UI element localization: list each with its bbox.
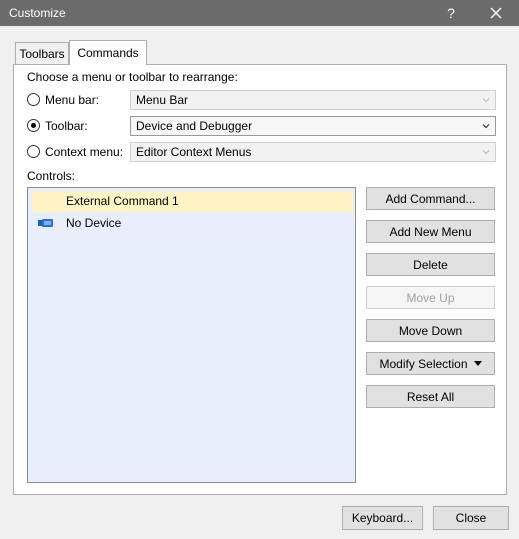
context-menu-label: Context menu: xyxy=(45,145,124,159)
tab-toolbars[interactable]: Toolbars xyxy=(15,42,69,64)
menu-bar-value: Menu Bar xyxy=(136,93,189,107)
tab-toolbars-label: Toolbars xyxy=(19,46,65,61)
move-down-button[interactable]: Move Down xyxy=(366,319,495,342)
chevron-down-icon xyxy=(482,124,490,129)
help-button[interactable]: ? xyxy=(428,0,474,26)
close-icon xyxy=(490,7,502,19)
delete-button[interactable]: Delete xyxy=(366,253,495,276)
help-icon: ? xyxy=(447,5,455,21)
close-button[interactable]: Close xyxy=(433,506,509,530)
list-item-label: External Command 1 xyxy=(66,194,179,208)
toolbar-radio[interactable] xyxy=(27,119,40,132)
controls-list[interactable]: External Command 1 No Device xyxy=(27,187,356,483)
context-menu-select[interactable]: Editor Context Menus xyxy=(130,142,496,162)
tab-commands-label: Commands xyxy=(77,46,139,60)
keyboard-button[interactable]: Keyboard... xyxy=(342,506,423,530)
move-up-label: Move Up xyxy=(406,290,455,305)
menu-bar-select[interactable]: Menu Bar xyxy=(130,90,496,110)
tab-commands[interactable]: Commands xyxy=(69,40,147,65)
menu-bar-label: Menu bar: xyxy=(45,93,100,107)
add-new-menu-button[interactable]: Add New Menu xyxy=(366,220,495,243)
toolbar-select[interactable]: Device and Debugger xyxy=(130,116,496,136)
modify-selection-label: Modify Selection xyxy=(379,356,468,371)
reset-all-label: Reset All xyxy=(406,389,455,404)
toolbar-label: Toolbar: xyxy=(45,119,88,133)
list-item-no-device[interactable]: No Device xyxy=(32,213,353,234)
window-close-button[interactable] xyxy=(473,0,519,26)
add-command-button[interactable]: Add Command... xyxy=(366,187,495,210)
chevron-down-icon xyxy=(482,150,490,155)
delete-label: Delete xyxy=(413,257,448,272)
move-up-button[interactable]: Move Up xyxy=(366,286,495,309)
add-command-label: Add Command... xyxy=(385,191,476,206)
chooser-prompt: Choose a menu or toolbar to rearrange: xyxy=(27,70,238,84)
move-down-label: Move Down xyxy=(398,323,463,338)
context-menu-value: Editor Context Menus xyxy=(136,145,252,159)
window-title: Customize xyxy=(9,6,66,20)
chevron-down-icon xyxy=(482,98,490,103)
context-menu-radio[interactable] xyxy=(27,145,40,158)
title-bar: Customize ? xyxy=(0,0,519,26)
controls-label: Controls: xyxy=(27,169,76,183)
list-item-label: No Device xyxy=(66,216,122,230)
reset-all-button[interactable]: Reset All xyxy=(366,385,495,408)
close-label: Close xyxy=(455,511,487,525)
menu-bar-radio[interactable] xyxy=(27,93,40,106)
modify-selection-button[interactable]: Modify Selection xyxy=(366,352,495,375)
list-item-external-command[interactable]: External Command 1 xyxy=(32,191,353,212)
keyboard-label: Keyboard... xyxy=(351,511,414,525)
add-new-menu-label: Add New Menu xyxy=(389,224,472,239)
toolbar-value: Device and Debugger xyxy=(136,119,253,133)
device-icon xyxy=(38,219,53,227)
dropdown-arrow-icon xyxy=(473,361,482,366)
